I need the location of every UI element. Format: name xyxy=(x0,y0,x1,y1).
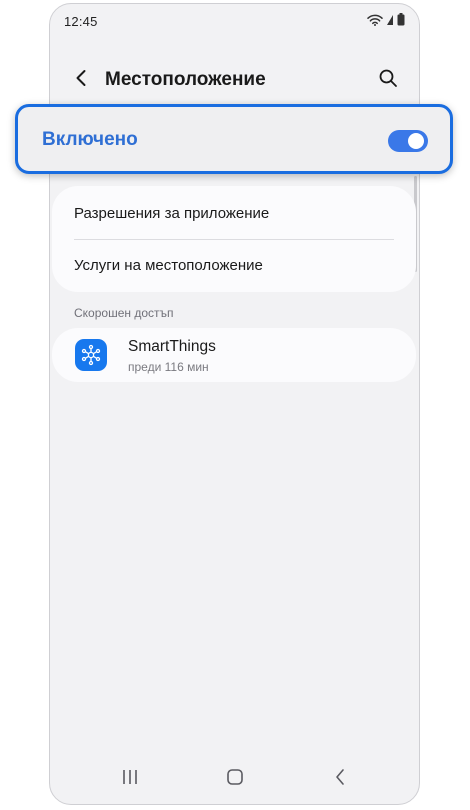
recent-apps-button[interactable] xyxy=(115,766,145,792)
page-title: Местоположение xyxy=(105,69,266,90)
location-toggle-switch[interactable] xyxy=(388,130,428,152)
navigation-bar xyxy=(50,754,419,804)
app-name: SmartThings xyxy=(128,338,216,355)
back-icon xyxy=(334,768,346,791)
status-bar: 12:45 xyxy=(50,4,419,40)
home-icon xyxy=(226,768,244,791)
toggle-label: Включено xyxy=(42,129,138,150)
search-icon xyxy=(378,68,398,93)
recent-access-header: Скорошен достъп xyxy=(74,306,174,320)
home-button[interactable] xyxy=(220,766,250,792)
menu-item-label: Разрешения за приложение xyxy=(74,204,270,222)
settings-menu-card: Разрешения за приложение Услуги на место… xyxy=(52,186,416,292)
battery-icon xyxy=(397,13,405,31)
menu-item-location-services[interactable]: Услуги на местоположение xyxy=(74,239,394,291)
search-button[interactable] xyxy=(375,66,401,94)
status-icons xyxy=(367,13,405,31)
wifi-icon xyxy=(367,13,383,31)
app-header: Местоположение xyxy=(50,56,419,104)
chevron-left-icon xyxy=(75,69,87,92)
smartthings-icon xyxy=(75,339,107,371)
nav-back-button[interactable] xyxy=(325,766,355,792)
toggle-knob xyxy=(408,133,424,149)
recent-app-item[interactable]: SmartThings преди 116 мин xyxy=(52,328,416,382)
status-time: 12:45 xyxy=(64,14,98,29)
menu-item-app-permissions[interactable]: Разрешения за приложение xyxy=(74,187,394,240)
app-access-time: преди 116 мин xyxy=(128,360,209,374)
location-toggle-row[interactable]: Включено xyxy=(15,104,453,174)
recent-apps-icon xyxy=(121,769,139,790)
back-button[interactable] xyxy=(68,66,94,94)
signal-icon xyxy=(386,13,394,31)
menu-item-label: Услуги на местоположение xyxy=(74,256,263,274)
